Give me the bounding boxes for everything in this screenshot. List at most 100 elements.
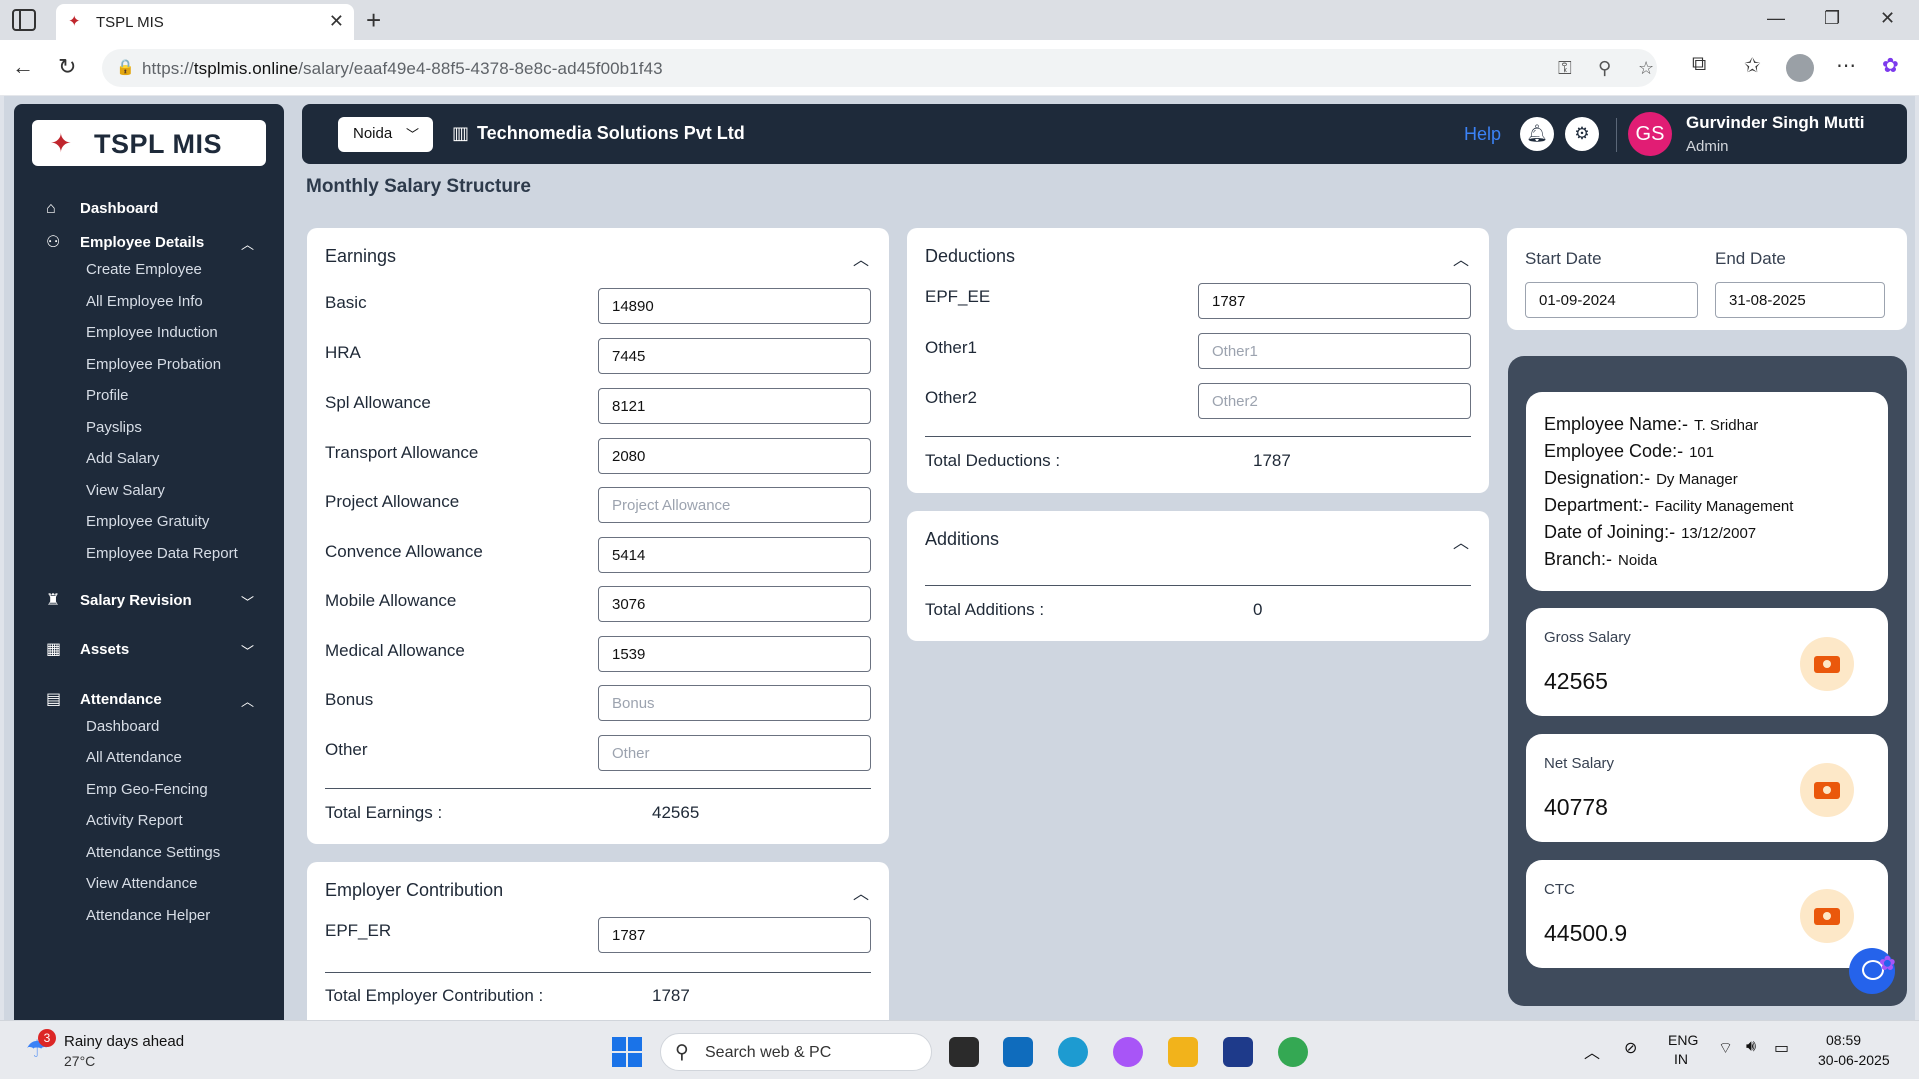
zoom-icon[interactable]: ⚲	[1598, 58, 1611, 79]
site-info-icon[interactable]: 🔒	[116, 58, 135, 76]
sidebar-toggle-icon[interactable]	[12, 9, 36, 31]
user-avatar[interactable]: GS	[1628, 112, 1672, 156]
collapse-chevron-up-icon[interactable]: ︿	[1453, 246, 1469, 270]
bonus-input[interactable]	[598, 685, 871, 721]
end-date-input[interactable]	[1715, 282, 1885, 318]
back-icon[interactable]: ←	[12, 54, 34, 80]
sidebar-item-attendance-helper[interactable]: Attendance Helper	[86, 907, 210, 924]
favorites-icon[interactable]: ✩	[1744, 53, 1761, 78]
boxes-icon: ▦	[46, 641, 62, 658]
collapse-chevron-up-icon[interactable]: ︿	[853, 246, 869, 270]
sidebar-item-emp-geo-fencing[interactable]: Emp Geo-Fencing	[86, 781, 208, 798]
minimize-icon[interactable]: —	[1767, 8, 1785, 29]
lang-eng[interactable]: ENG	[1668, 1032, 1698, 1048]
copilot-app-icon[interactable]	[1113, 1037, 1143, 1067]
sidebar-item-view-attendance[interactable]: View Attendance	[86, 875, 197, 892]
sidebar-item-all-attendance[interactable]: All Attendance	[86, 749, 182, 766]
sidebar-item-payslips[interactable]: Payslips	[86, 419, 142, 436]
hra-input[interactable]	[598, 338, 871, 374]
settings-gear-icon[interactable]: ⚙	[1565, 117, 1599, 151]
sidebar-item-employee-induction[interactable]: Employee Induction	[86, 324, 218, 341]
date-range-card: Start Date End Date	[1507, 228, 1907, 330]
spl-allowance-input[interactable]	[598, 388, 871, 424]
sidebar-item-activity-report[interactable]: Activity Report	[86, 812, 183, 829]
logo[interactable]: ✦ TSPL MIS	[32, 120, 266, 166]
sidebar-item-add-salary[interactable]: Add Salary	[86, 450, 159, 467]
clock-date[interactable]: 30-06-2025	[1818, 1052, 1890, 1068]
favorite-star-icon[interactable]: ☆	[1638, 58, 1654, 79]
chevron-up-icon[interactable]: ︿	[241, 691, 254, 710]
weather-temp: 27°C	[64, 1053, 96, 1069]
convence-allowance-label: Convence Allowance	[325, 542, 483, 561]
sidebar-item-dashboard[interactable]: ⌂ Dashboard	[46, 200, 158, 218]
transport-allowance-input[interactable]	[598, 438, 871, 474]
chevron-down-icon[interactable]: ﹀	[241, 641, 254, 660]
spl-allowance-label: Spl Allowance	[325, 393, 431, 412]
sidebar-item-view-salary[interactable]: View Salary	[86, 482, 165, 499]
file-explorer-icon[interactable]	[1168, 1037, 1198, 1067]
url-field[interactable]: 🔒 https://tsplmis.online/salary/eaaf49e4…	[102, 49, 1657, 87]
user-name: Gurvinder Singh Mutti	[1686, 113, 1865, 132]
branch-select[interactable]: Noida ﹀	[338, 117, 433, 152]
taskbar-search[interactable]: ⚲ Search web & PC	[660, 1033, 932, 1071]
sidebar-item-attendance-dashboard[interactable]: Dashboard	[86, 718, 159, 735]
other2-input[interactable]	[1198, 383, 1471, 419]
volume-icon[interactable]: 🔊︎	[1746, 1038, 1756, 1056]
reload-icon[interactable]: ↻	[58, 54, 76, 80]
dell-icon[interactable]	[1223, 1037, 1253, 1067]
sidebar-item-profile[interactable]: Profile	[86, 387, 129, 404]
sidebar-section-salary-revision[interactable]: ♜ Salary Revision	[46, 590, 192, 610]
sidebar-item-employee-gratuity[interactable]: Employee Gratuity	[86, 513, 209, 530]
new-tab-icon[interactable]: +	[366, 5, 381, 36]
network-off-icon[interactable]: ⊘	[1624, 1038, 1637, 1058]
sidebar-item-attendance-settings[interactable]: Attendance Settings	[86, 844, 220, 861]
basic-input[interactable]	[598, 288, 871, 324]
close-tab-icon[interactable]: ✕	[329, 11, 344, 32]
sidebar-section-attendance[interactable]: ▤ Attendance	[46, 689, 162, 709]
browser-tab[interactable]: ✦ TSPL MIS ✕	[56, 4, 354, 40]
start-windows-icon[interactable]	[612, 1037, 642, 1067]
other-input[interactable]	[598, 735, 871, 771]
weather-title[interactable]: Rainy days ahead	[64, 1033, 184, 1050]
total-additions-label: Total Additions :	[925, 600, 1045, 619]
edge-icon[interactable]	[1058, 1037, 1088, 1067]
battery-icon[interactable]: ▭	[1774, 1038, 1789, 1058]
outlook-icon[interactable]	[1003, 1037, 1033, 1067]
chevron-down-icon[interactable]: ﹀	[241, 592, 254, 611]
notifications-bell-icon[interactable]: 🔔︎	[1520, 117, 1554, 151]
epf-ee-input[interactable]	[1198, 283, 1471, 319]
extensions-icon[interactable]: ⧉	[1692, 53, 1706, 76]
collapse-chevron-up-icon[interactable]: ︿	[1453, 529, 1469, 553]
sidebar-item-all-employee-info[interactable]: All Employee Info	[86, 293, 203, 310]
epf-er-input[interactable]	[598, 917, 871, 953]
sidebar-item-create-employee[interactable]: Create Employee	[86, 261, 202, 278]
start-date-input[interactable]	[1525, 282, 1698, 318]
sidebar-item-employee-data-report[interactable]: Employee Data Report	[86, 545, 238, 562]
epf-ee-label: EPF_EE	[925, 287, 991, 306]
medical-allowance-input[interactable]	[598, 636, 871, 672]
clock-time[interactable]: 08:59	[1826, 1032, 1861, 1048]
key-icon[interactable]: ⚿	[1558, 58, 1572, 79]
earnings-card: Earnings ︿ Basic HRA Spl Allowance Trans…	[307, 228, 889, 844]
task-view-icon[interactable]	[949, 1037, 979, 1067]
chrome-icon[interactable]	[1278, 1037, 1308, 1067]
convence-allowance-input[interactable]	[598, 537, 871, 573]
chevron-up-icon[interactable]: ︿	[241, 234, 254, 253]
sidebar-item-employee-probation[interactable]: Employee Probation	[86, 356, 221, 373]
restore-icon[interactable]: ❐	[1824, 8, 1840, 29]
wifi-icon[interactable]: ⌔	[1718, 1038, 1733, 1058]
sidebar-section-assets[interactable]: ▦ Assets	[46, 639, 129, 659]
collapse-chevron-up-icon[interactable]: ︿	[853, 880, 869, 904]
mobile-allowance-input[interactable]	[598, 586, 871, 622]
tray-chevron-up-icon[interactable]: ︿	[1584, 1039, 1600, 1063]
copilot-floating-icon[interactable]: ✿	[1879, 951, 1896, 976]
sidebar-section-employee-details[interactable]: ⚇ Employee Details	[46, 232, 204, 252]
profile-avatar-icon[interactable]	[1786, 54, 1814, 82]
close-window-icon[interactable]: ✕	[1880, 8, 1895, 29]
more-menu-icon[interactable]: ⋯	[1836, 53, 1856, 78]
copilot-icon[interactable]: ✿	[1882, 53, 1899, 78]
other1-input[interactable]	[1198, 333, 1471, 369]
project-allowance-input[interactable]	[598, 487, 871, 523]
lang-in[interactable]: IN	[1674, 1051, 1688, 1067]
help-link[interactable]: Help	[1464, 124, 1501, 145]
